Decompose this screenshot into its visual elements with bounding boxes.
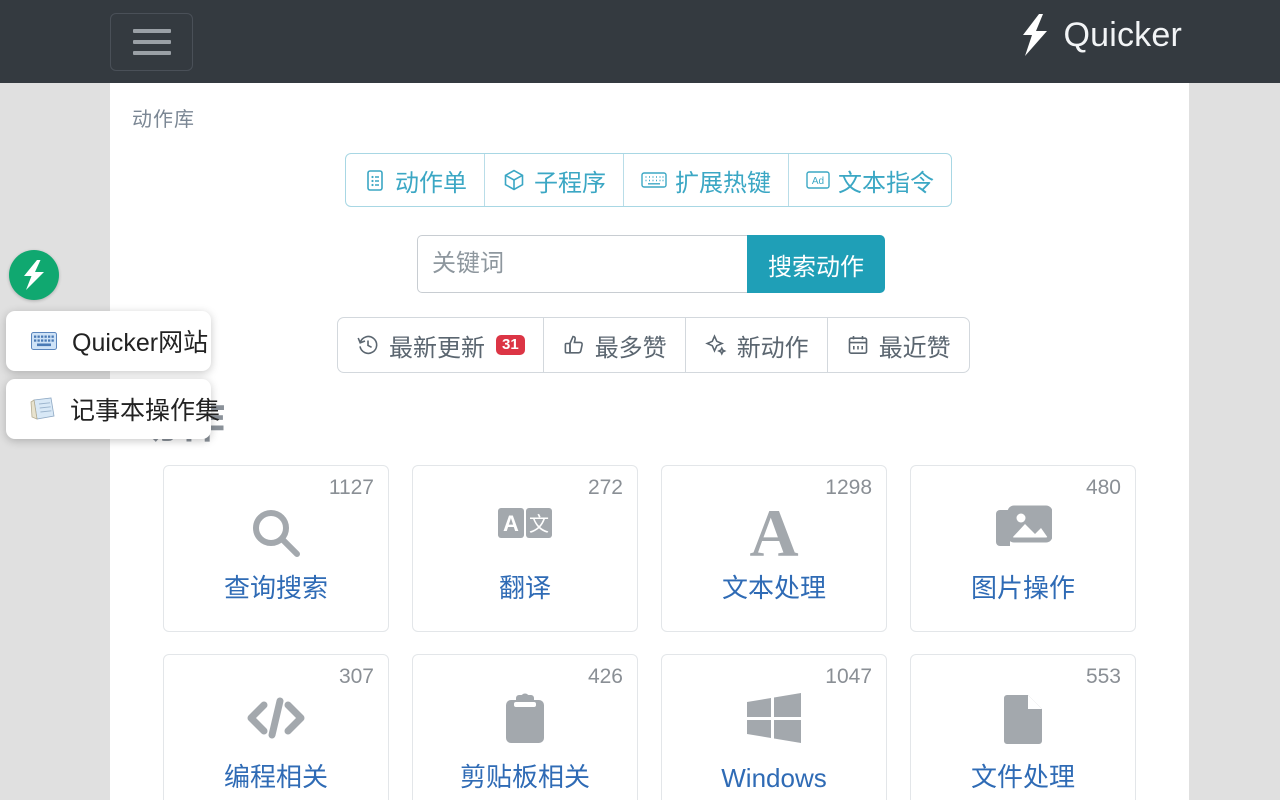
- category-card-file-processing[interactable]: 553 文件处理: [910, 654, 1136, 800]
- category-card-image-operations[interactable]: 480 图片操作: [910, 465, 1136, 632]
- card-count: 426: [588, 665, 623, 689]
- brand-logo[interactable]: Quicker: [1019, 14, 1182, 56]
- tab-action-list[interactable]: 动作单: [346, 154, 485, 206]
- file-icon: [911, 693, 1135, 745]
- card-count: 307: [339, 665, 374, 689]
- filter-label: 最新更新: [389, 328, 485, 363]
- card-label: Windows: [662, 763, 886, 794]
- filter-label: 最近赞: [879, 328, 951, 363]
- main-content: 动作库 动作单 子程序: [110, 83, 1189, 800]
- svg-text:A: A: [503, 511, 519, 536]
- calendar-icon: [846, 333, 870, 357]
- sparkle-icon: [704, 333, 728, 357]
- quicker-launcher-button[interactable]: [9, 250, 59, 300]
- card-count: 272: [588, 476, 623, 500]
- code-brackets-icon: [164, 693, 388, 743]
- cube-icon: [502, 168, 526, 192]
- card-label: 文件处理: [911, 757, 1135, 794]
- card-count: 480: [1086, 476, 1121, 500]
- category-card-translate[interactable]: 272 A 文 翻译: [412, 465, 638, 632]
- tab-subprogram[interactable]: 子程序: [485, 154, 624, 206]
- thumbs-up-icon: [562, 333, 586, 357]
- status-badge: 31: [496, 335, 525, 355]
- card-label: 文本处理: [662, 568, 886, 605]
- tab-label: 动作单: [395, 163, 467, 198]
- category-card-text-processing[interactable]: 1298 A 文本处理: [661, 465, 887, 632]
- tab-label: 子程序: [534, 163, 606, 198]
- menu-toggle-button[interactable]: [110, 13, 193, 71]
- clipboard-icon: [413, 693, 637, 745]
- tab-label: 文本指令: [838, 163, 934, 198]
- menu-item-label: Quicker网站: [72, 323, 208, 359]
- hamburger-line-icon: [133, 29, 171, 33]
- launcher-menu-item-quicker-website[interactable]: Quicker网站: [6, 311, 211, 371]
- filter-new-actions[interactable]: 新动作: [686, 318, 828, 372]
- svg-text:Ad: Ad: [812, 176, 824, 187]
- card-label: 图片操作: [911, 568, 1135, 605]
- filter-label: 新动作: [737, 328, 809, 363]
- card-label: 查询搜索: [164, 568, 388, 605]
- filter-recent-likes[interactable]: 最近赞: [828, 318, 969, 372]
- filter-label: 最多赞: [595, 328, 667, 363]
- launcher-menu-item-notepad-action-set[interactable]: 记事本操作集: [6, 379, 211, 439]
- card-label: 剪贴板相关: [413, 757, 637, 794]
- category-card-windows[interactable]: 1047 Windows: [661, 654, 887, 800]
- clipboard-list-icon: [363, 168, 387, 192]
- filter-latest-update[interactable]: 最新更新 31: [338, 318, 544, 372]
- hamburger-line-icon: [133, 40, 171, 44]
- windows-logo-icon: [662, 693, 886, 743]
- card-count: 553: [1086, 665, 1121, 689]
- filter-most-liked[interactable]: 最多赞: [544, 318, 686, 372]
- hamburger-line-icon: [133, 51, 171, 55]
- history-clock-icon: [356, 333, 380, 357]
- category-card-clipboard[interactable]: 426 剪贴板相关: [412, 654, 638, 800]
- tab-extended-hotkey[interactable]: 扩展热键: [624, 154, 789, 206]
- brand-name: Quicker: [1063, 14, 1182, 56]
- keyboard-icon: [30, 332, 58, 350]
- card-label: 编程相关: [164, 757, 388, 794]
- card-count: 1127: [329, 476, 374, 500]
- breadcrumb: 动作库: [132, 103, 195, 132]
- svg-text:文: 文: [529, 513, 549, 536]
- menu-item-label: 记事本操作集: [70, 391, 220, 427]
- lightning-bolt-icon: [1019, 14, 1051, 56]
- sort-filter-group: 最新更新 31 最多赞 新动作: [337, 317, 970, 373]
- category-card-search[interactable]: 1127 查询搜索: [163, 465, 389, 632]
- category-card-grid: 1127 查询搜索 272 A 文 翻译 1298: [163, 465, 1163, 800]
- card-count: 1047: [825, 665, 872, 689]
- tab-text-command[interactable]: Ad 文本指令: [789, 154, 951, 206]
- search-input[interactable]: [417, 235, 747, 293]
- ad-text-icon: Ad: [806, 170, 830, 190]
- search-bar: 搜索动作: [417, 235, 885, 293]
- top-navbar: Quicker: [0, 0, 1280, 83]
- tab-label: 扩展热键: [675, 163, 771, 198]
- images-icon: [911, 504, 1135, 552]
- card-label: 翻译: [413, 568, 637, 605]
- type-tab-group: 动作单 子程序 扩展热键: [345, 153, 952, 207]
- notebook-icon: [30, 397, 56, 421]
- quicker-bolt-icon: [21, 259, 47, 291]
- letter-a-icon: A: [662, 504, 886, 562]
- search-icon: [164, 504, 388, 562]
- keyboard-icon: [641, 170, 667, 190]
- card-count: 1298: [825, 476, 872, 500]
- category-card-programming[interactable]: 307 编程相关: [163, 654, 389, 800]
- search-button[interactable]: 搜索动作: [747, 235, 885, 293]
- translate-icon: A 文: [413, 504, 637, 544]
